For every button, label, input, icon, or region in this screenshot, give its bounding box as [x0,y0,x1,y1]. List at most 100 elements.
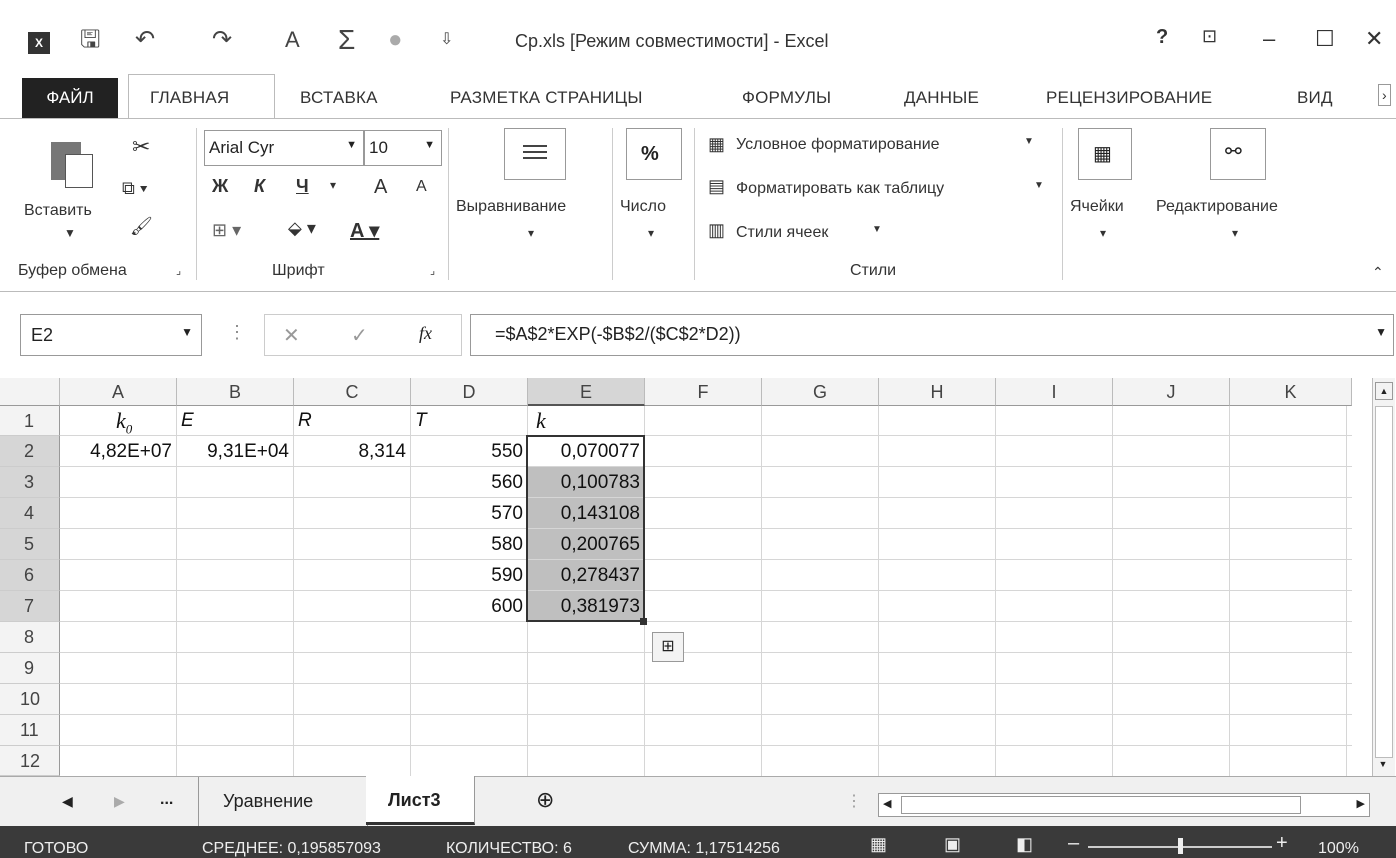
cancel-icon[interactable]: ✕ [283,323,300,348]
row-header[interactable]: 8 [0,622,60,653]
row-header[interactable]: 6 [0,560,60,591]
row-header[interactable]: 1 [0,406,60,436]
format-as-table-button[interactable]: Форматировать как таблицу [736,180,944,198]
cells-icon[interactable]: ▦ [1078,128,1132,180]
tab-formulas[interactable]: ФОРМУЛЫ [742,88,831,108]
column-header-f[interactable]: F [645,378,762,406]
chevron-down-icon[interactable]: ▼ [872,224,882,235]
chevron-down-icon[interactable]: ▾ [528,226,534,240]
paste-button[interactable]: Вставить [24,202,92,220]
normal-view-icon[interactable]: ▦ [870,834,887,855]
chevron-down-icon[interactable]: ▾ [648,226,654,240]
sheet-scroll-left-icon[interactable]: ◀ [62,793,73,810]
copy-icon[interactable]: ⧉ ▾ [122,178,147,199]
cell-a2[interactable]: 4,82E+07 [60,436,177,467]
row-header[interactable]: 12 [0,746,60,776]
tabs-scroll-right-icon[interactable]: › [1378,84,1391,106]
cells-button[interactable]: Ячейки [1070,198,1124,216]
row-header[interactable]: 2 [0,436,60,467]
maximize-button[interactable]: ☐ [1315,26,1335,52]
shrink-font-button[interactable]: A [416,178,427,196]
cell-e3[interactable]: 0,100783 [528,467,645,498]
scroll-thumb[interactable] [1375,406,1393,758]
font-name-select[interactable]: Arial Cyr ▼ [204,130,364,166]
spelling-icon[interactable]: A [285,28,300,52]
expand-formula-icon[interactable]: ▼ [1375,325,1387,339]
close-button[interactable]: ✕ [1365,26,1383,52]
chevron-down-icon[interactable]: ▾ [1100,226,1106,240]
split-handle-icon[interactable]: ⋮ [846,791,862,811]
find-icon[interactable]: ⚯ [1210,128,1266,180]
sheet-scroll-right-icon[interactable]: ▶ [114,793,125,810]
underline-dropdown-icon[interactable]: ▾ [330,178,336,192]
select-all-corner[interactable] [0,378,60,406]
enter-icon[interactable]: ✓ [351,323,368,348]
redo-icon[interactable]: ↷ [212,28,232,52]
cell-c1[interactable]: R [294,406,411,436]
editing-button[interactable]: Редактирование [1156,198,1278,216]
alignment-button[interactable]: Выравнивание [456,198,566,216]
number-button[interactable]: Число [620,198,666,216]
sheet-tab-list3[interactable]: Лист3 [366,776,475,825]
format-painter-icon[interactable]: 🖌 [130,216,153,237]
minimize-button[interactable]: – [1263,26,1275,52]
cell-e7[interactable]: 0,381973 [528,591,645,622]
column-header-k[interactable]: K [1230,378,1352,406]
column-header-g[interactable]: G [762,378,879,406]
insert-function-icon[interactable]: fx [419,323,432,344]
help-button[interactable]: ? [1156,26,1168,49]
column-header-h[interactable]: H [879,378,996,406]
cell-b2[interactable]: 9,31E+04 [177,436,294,467]
customize-qat-icon[interactable]: ⇩ [440,28,453,52]
column-header-a[interactable]: A [60,378,177,406]
cell-styles-button[interactable]: Стили ячеек [736,224,828,242]
tab-review[interactable]: РЕЦЕНЗИРОВАНИЕ [1046,88,1212,108]
add-sheet-button[interactable]: ⊕ [536,787,554,813]
chevron-down-icon[interactable]: ▼ [1024,136,1034,147]
cell-e4[interactable]: 0,143108 [528,498,645,529]
scroll-up-icon[interactable]: ▲ [1375,382,1393,400]
drag-handle-icon[interactable]: ⋮ [228,322,246,343]
column-header-j[interactable]: J [1113,378,1230,406]
zoom-level[interactable]: 100% [1318,840,1359,858]
zoom-slider-thumb[interactable] [1178,838,1183,854]
row-header[interactable]: 9 [0,653,60,684]
grow-font-button[interactable]: A [374,176,387,199]
page-layout-view-icon[interactable]: ▣ [944,834,961,855]
cell-d2[interactable]: 550 [411,436,528,467]
tab-data[interactable]: ДАННЫЕ [904,88,979,108]
cell-d4[interactable]: 570 [411,498,528,529]
circle-icon[interactable]: ● [388,28,403,52]
italic-button[interactable]: К [254,176,265,197]
page-break-view-icon[interactable]: ◧ [1016,834,1033,855]
borders-icon[interactable]: ⊞ ▾ [212,220,241,241]
number-format-icon[interactable]: % [626,128,682,180]
cell-d6[interactable]: 590 [411,560,528,591]
vertical-scrollbar[interactable]: ▲ ▼ [1372,378,1395,776]
zoom-out-button[interactable]: – [1068,832,1079,855]
scroll-thumb[interactable] [901,796,1301,814]
tab-page-layout[interactable]: РАЗМЕТКА СТРАНИЦЫ [450,88,643,108]
autosum-icon[interactable]: Σ [338,26,355,54]
underline-button[interactable]: Ч [296,176,309,197]
chevron-down-icon[interactable]: ▼ [1034,180,1044,191]
cell-e1[interactable]: k [528,406,645,436]
column-header-c[interactable]: C [294,378,411,406]
column-header-i[interactable]: I [996,378,1113,406]
row-header[interactable]: 11 [0,715,60,746]
scroll-right-icon[interactable]: ▶ [1357,797,1365,810]
cell-e5[interactable]: 0,200765 [528,529,645,560]
cell-d1[interactable]: T [411,406,528,436]
cell-b1[interactable]: E [177,406,294,436]
clipboard-launcher-icon[interactable]: ⌟ [176,264,181,277]
conditional-formatting-button[interactable]: Условное форматирование [736,136,940,154]
tab-view[interactable]: ВИД [1297,88,1333,108]
font-launcher-icon[interactable]: ⌟ [430,264,435,277]
font-color-icon[interactable]: A ▾ [350,218,379,243]
bold-button[interactable]: Ж [212,176,228,197]
collapse-ribbon-icon[interactable]: ⌃ [1372,264,1384,281]
tab-file[interactable]: ФАЙЛ [22,78,118,118]
chevron-down-icon[interactable]: ▾ [1232,226,1238,240]
font-size-select[interactable]: 10 ▼ [364,130,442,166]
horizontal-scrollbar[interactable]: ◀ ▶ [878,793,1370,817]
